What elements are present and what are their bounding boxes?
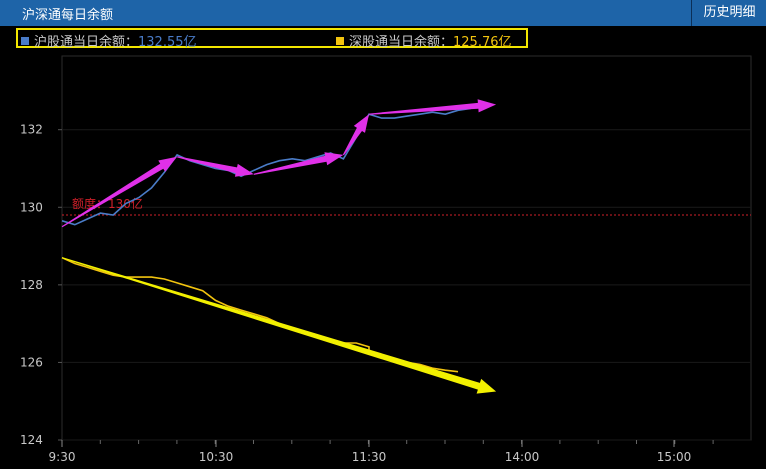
x-tick-label: 11:30 [352,450,387,464]
y-tick-label: 132 [20,123,43,137]
balance-line-chart: 1241261281301329:30 10:30 11:30 14:00 15:00额… [20,55,752,464]
series-line-sz [61,256,459,373]
x-tick-label: 14:00 [505,450,540,464]
annotation-arrow-sh [177,156,254,177]
x-tick-label: 15:00 [657,450,692,464]
y-tick-label: 130 [20,200,43,214]
annotation-arrow-sh [253,152,344,175]
y-tick-label: 124 [20,433,43,447]
y-tick-label: 126 [20,355,43,369]
annotation-arrow-sh [61,156,178,228]
annotation-arrow-sz [61,257,497,394]
y-tick-label: 128 [20,278,43,292]
plot-frame [61,55,752,441]
x-tick-label: 9:30 [49,450,76,464]
annotation-arrow-sh [342,114,369,156]
x-tick-label: 10:30 [199,450,234,464]
